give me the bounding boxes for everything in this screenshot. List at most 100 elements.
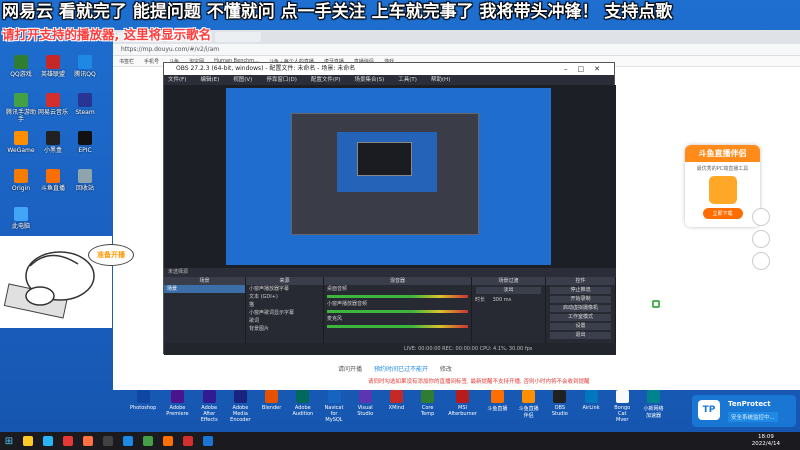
source-item[interactable]: 猫 xyxy=(246,301,323,309)
browser-tab[interactable] xyxy=(215,32,261,42)
obs-menu-item[interactable]: 工具(T) xyxy=(398,75,417,85)
douyu-icon[interactable] xyxy=(163,436,173,446)
obs-menu-item[interactable]: 停靠窗口(D) xyxy=(266,75,297,85)
app-label: Adobe Media Encoder xyxy=(230,405,251,423)
promo-download-button[interactable]: 立即下载 xyxy=(702,208,743,219)
desktop-shortcut[interactable]: 此电脑 xyxy=(4,207,38,230)
desktop-shortcut[interactable]: 小黑盒 xyxy=(36,131,70,154)
source-item[interactable]: 小窗声歌词显示字幕 xyxy=(246,309,323,317)
window-controls-icon[interactable]: –□✕ xyxy=(564,63,610,75)
obs-menu-item[interactable]: 视图(V) xyxy=(233,75,252,85)
chrome-icon[interactable] xyxy=(63,436,73,446)
desktop-shortcut[interactable]: WeGame xyxy=(4,131,38,154)
desktop-app-shortcut[interactable]: Photoshop xyxy=(130,390,156,424)
duration-input[interactable]: 300 ms xyxy=(493,297,512,303)
bookmark-item[interactable]: 书签栏 xyxy=(119,58,134,65)
volume-meter[interactable] xyxy=(327,310,468,313)
vscode-icon[interactable] xyxy=(203,436,213,446)
desktop-app-shortcut[interactable]: Adobe Media Encoder xyxy=(230,390,251,424)
address-bar[interactable]: https://mp.douyu.com/#/v2/i/am xyxy=(113,44,800,56)
obs-menu-item[interactable]: 帮助(H) xyxy=(431,75,450,85)
tenprotect-notification[interactable]: TP TenProtect 安全系统监控中... xyxy=(692,395,796,427)
app-icon xyxy=(46,131,60,145)
qq-icon[interactable] xyxy=(123,436,133,446)
desktop-shortcut[interactable]: 斗鱼直播 xyxy=(36,169,70,192)
desktop-shortcut-label: 斗鱼直播 xyxy=(40,185,65,192)
desktop-app-shortcut[interactable]: MSI Afterburner xyxy=(448,390,477,424)
taskbar-apps xyxy=(18,436,218,446)
desktop-shortcut[interactable]: Origin xyxy=(4,169,38,192)
clock[interactable]: 18:09 2022/4/14 xyxy=(752,434,780,448)
desktop-app-shortcut[interactable]: Core Temp xyxy=(417,390,438,424)
windows-start-icon[interactable]: ⊞ xyxy=(0,432,18,450)
desktop-shortcut[interactable]: 英雄联盟 xyxy=(36,55,70,78)
desktop-app-shortcut[interactable]: XMind xyxy=(386,390,407,424)
desktop-app-shortcut[interactable]: Adobe After Effects xyxy=(199,390,220,424)
control-button[interactable]: 开始录制 xyxy=(550,296,611,303)
schedule-link[interactable]: 预约时间已过不能开 xyxy=(374,366,428,373)
edge-icon[interactable] xyxy=(43,436,53,446)
desktop-app-shortcut[interactable]: Adobe Audition xyxy=(292,390,313,424)
desktop-shortcut[interactable]: QQ游戏 xyxy=(4,55,38,78)
source-item[interactable]: 歌词 xyxy=(246,317,323,325)
app-label: Visual Studio xyxy=(357,405,374,417)
control-button[interactable]: 工作室模式 xyxy=(550,314,611,321)
taskbar: ⊞ 18:09 2022/4/14 xyxy=(0,432,800,450)
obs-menu-item[interactable]: 配置文件(P) xyxy=(311,75,341,85)
wechat-icon[interactable] xyxy=(143,436,153,446)
side-record-icon[interactable] xyxy=(752,208,770,226)
source-item[interactable]: 背景图片 xyxy=(246,325,323,333)
page-footer: 请问开播 预约时间已过不能开 修改 请同时勾选如果没有添加你的直播间标签, 最新… xyxy=(113,355,800,390)
desktop-shortcut[interactable]: 网易云音乐 xyxy=(36,93,70,116)
promo-card: 斗鱼直播伴侣 最优秀的PC端直播工具 立即下载 xyxy=(685,145,760,227)
desktop-app-shortcut[interactable]: Visual Studio xyxy=(355,390,376,424)
desktop-shortcut-label: 英雄联盟 xyxy=(40,71,65,78)
desktop-app-shortcut[interactable]: Navicat for MySQL xyxy=(323,390,344,424)
control-button[interactable]: 设置 xyxy=(550,323,611,330)
desktop-shortcut[interactable]: 腾讯QQ xyxy=(68,55,102,78)
volume-meter[interactable] xyxy=(327,325,468,328)
obs-menu-item[interactable]: 场景集合(S) xyxy=(354,75,384,85)
side-home-icon[interactable] xyxy=(752,230,770,248)
desktop-shortcut[interactable]: EPIC xyxy=(68,131,102,154)
desktop-app-shortcut[interactable]: Bongo Cat Mver xyxy=(612,390,633,424)
duration-label: 时长 xyxy=(475,297,486,303)
desktop-app-shortcut[interactable]: 小新网络加速器 xyxy=(643,390,664,424)
control-button[interactable]: 启动虚拟摄像机 xyxy=(550,305,611,312)
app-icon xyxy=(646,390,660,403)
desktop-shortcut[interactable]: 回收站 xyxy=(68,169,102,192)
desktop-shortcut[interactable]: 腾讯手游助手 xyxy=(4,93,38,123)
desktop-app-shortcut[interactable]: Adobe Premiere xyxy=(166,390,189,424)
bookmark-item[interactable]: 手机号 xyxy=(144,58,159,65)
desktop-app-shortcut[interactable]: OBS Studio xyxy=(549,390,570,424)
app-label: XMind xyxy=(388,405,405,411)
desktop-app-shortcut[interactable]: Blender xyxy=(261,390,282,424)
obs-menu-item[interactable]: 文件(F) xyxy=(168,75,186,85)
app-icon xyxy=(14,93,28,107)
obs-menu-item[interactable]: 编辑(E) xyxy=(200,75,219,85)
control-button[interactable]: 停止推流 xyxy=(550,287,611,294)
modify-link[interactable]: 修改 xyxy=(440,366,452,373)
transition-select[interactable]: 淡出 xyxy=(476,287,541,294)
desktop-app-shortcut[interactable]: AirLink xyxy=(580,390,601,424)
desktop-shortcut[interactable]: Steam xyxy=(68,93,102,116)
source-item[interactable]: 文本 (GDI+) xyxy=(246,293,323,301)
explorer-icon[interactable] xyxy=(23,436,33,446)
source-item[interactable]: 小窗声播放器字幕 xyxy=(246,285,323,293)
netease-icon[interactable] xyxy=(183,436,193,446)
desktop-app-shortcut[interactable]: 斗鱼直播 xyxy=(487,390,508,424)
app-icon xyxy=(46,169,60,183)
browser-tab-strip[interactable] xyxy=(113,30,800,44)
side-gallery-icon[interactable] xyxy=(752,252,770,270)
control-button[interactable]: 退出 xyxy=(550,332,611,339)
obs-icon[interactable] xyxy=(103,436,113,446)
app-label: OBS Studio xyxy=(551,405,568,417)
app-label: Photoshop xyxy=(130,405,157,411)
volume-meter[interactable] xyxy=(327,295,468,298)
tenprotect-message: 安全系统监控中... xyxy=(728,412,778,422)
preview-canvas[interactable] xyxy=(226,88,551,265)
scene-item[interactable]: 场景 xyxy=(164,285,245,293)
transitions-dock-title: 场景过渡 xyxy=(472,277,545,285)
game-icon[interactable] xyxy=(83,436,93,446)
desktop-app-shortcut[interactable]: 斗鱼直播伴侣 xyxy=(518,390,539,424)
